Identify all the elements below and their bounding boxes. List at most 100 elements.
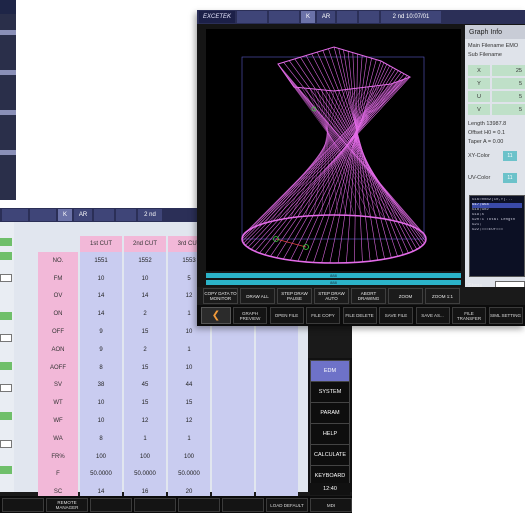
function-key[interactable] <box>178 498 220 512</box>
param-value[interactable]: 14 <box>80 305 122 324</box>
param-value[interactable]: 1 <box>168 429 210 448</box>
gutter-checkbox[interactable] <box>0 334 12 342</box>
function-key[interactable]: MDI <box>310 498 352 512</box>
param-value[interactable]: 44 <box>168 376 210 395</box>
param-value[interactable]: 1 <box>168 340 210 359</box>
wire-path-viewport[interactable] <box>206 29 461 271</box>
axis-y-label: Y <box>468 78 490 89</box>
param-value[interactable]: 12 <box>124 412 166 430</box>
param-value-empty[interactable] <box>212 376 254 395</box>
file-function-key[interactable]: GRAPH PREVIEW <box>233 307 267 324</box>
param-value[interactable]: 38 <box>80 376 122 395</box>
param-value[interactable]: 10 <box>124 269 166 288</box>
action-button[interactable]: DRAW ALL <box>240 288 275 304</box>
action-button[interactable]: ABORT DRAWING <box>351 288 386 304</box>
param-value[interactable]: 14 <box>80 287 122 306</box>
param-value-empty[interactable] <box>256 465 298 484</box>
param-value[interactable]: 1 <box>124 429 166 448</box>
param-value-empty[interactable] <box>212 412 254 430</box>
param-value[interactable]: 1551 <box>80 252 122 270</box>
param-value[interactable]: 2 <box>124 340 166 359</box>
param-value-empty[interactable] <box>256 447 298 466</box>
function-key[interactable] <box>222 498 264 512</box>
file-function-key[interactable]: FILE DELETE <box>342 307 377 324</box>
param-value[interactable]: 8 <box>80 429 122 448</box>
back-arrow-icon[interactable]: ❮ <box>201 307 231 324</box>
menu-item-calculate[interactable]: CALCULATE <box>310 444 350 466</box>
titlebar-status: 2 nd <box>138 209 162 221</box>
action-button[interactable]: STEP DRAW PAUSE <box>277 288 312 304</box>
param-value-empty[interactable] <box>212 340 254 359</box>
param-value-empty[interactable] <box>256 412 298 430</box>
param-value-empty[interactable] <box>212 394 254 413</box>
param-value[interactable]: 100 <box>80 447 122 466</box>
function-key[interactable] <box>134 498 176 512</box>
code-line[interactable]: G22;===EOF=== <box>472 228 522 233</box>
param-value-empty[interactable] <box>212 358 254 377</box>
function-key[interactable] <box>2 498 44 512</box>
param-value[interactable]: 15 <box>124 358 166 377</box>
param-value-empty[interactable] <box>212 465 254 484</box>
titlebar-key-ar[interactable]: AR <box>317 11 336 23</box>
menu-item-param[interactable]: PARAM <box>310 402 350 424</box>
file-function-key[interactable]: OPEN FILE <box>269 307 304 324</box>
param-value[interactable]: 100 <box>168 447 210 466</box>
file-function-key[interactable]: SAVE FILE <box>379 307 413 324</box>
wire-strand <box>245 78 407 246</box>
param-value[interactable]: 50.0000 <box>168 465 210 484</box>
param-value[interactable]: 100 <box>124 447 166 466</box>
param-label: AON <box>38 340 78 359</box>
param-value[interactable]: 2 <box>124 305 166 324</box>
param-value[interactable]: 15 <box>168 394 210 413</box>
param-value[interactable]: 10 <box>80 412 122 430</box>
function-key[interactable]: LOAD DEFAULT <box>266 498 308 512</box>
uv-color-swatch[interactable]: 11 <box>503 173 517 183</box>
param-value[interactable]: 1552 <box>124 252 166 270</box>
param-value-empty[interactable] <box>256 429 298 448</box>
xy-color-swatch[interactable]: 11 <box>503 151 517 161</box>
param-value[interactable]: 12 <box>168 412 210 430</box>
param-value[interactable]: 14 <box>124 287 166 306</box>
file-function-key[interactable]: FILE COPY <box>306 307 340 324</box>
param-value[interactable]: 15 <box>124 394 166 413</box>
function-key[interactable]: REMOTE MANAGER <box>46 498 88 512</box>
param-value[interactable]: 15 <box>124 323 166 341</box>
menu-item-edm[interactable]: EDM <box>310 360 350 382</box>
param-value-empty[interactable] <box>256 358 298 377</box>
gutter-indicator <box>0 252 12 260</box>
action-button[interactable]: COPY DATA TO MONITOR <box>203 288 238 304</box>
param-value[interactable]: 9 <box>80 323 122 341</box>
param-value-empty[interactable] <box>212 429 254 448</box>
param-value-empty[interactable] <box>212 447 254 466</box>
param-value-empty[interactable] <box>256 394 298 413</box>
nc-code-list[interactable]: G16=0082(10,Y)... G17;G54 G18;G02 G19;X G20:… <box>469 195 525 277</box>
param-value[interactable]: 50.0000 <box>80 465 122 484</box>
file-function-key[interactable]: SIML SETTING <box>488 307 523 324</box>
param-value[interactable]: 45 <box>124 376 166 395</box>
gutter-checkbox[interactable] <box>0 274 12 282</box>
file-function-key[interactable]: SAVE AS... <box>415 307 450 324</box>
left-window-titlebar <box>0 0 16 14</box>
menu-item-system[interactable]: SYSTEM <box>310 381 350 403</box>
param-value[interactable]: 10 <box>80 269 122 288</box>
function-key[interactable] <box>90 498 132 512</box>
titlebar-key-k[interactable]: K <box>58 209 72 221</box>
param-value[interactable]: 10 <box>168 358 210 377</box>
gutter-checkbox[interactable] <box>0 384 12 392</box>
param-value[interactable]: 9 <box>80 340 122 359</box>
titlebar-key-ar[interactable]: AR <box>74 209 92 221</box>
param-value[interactable]: 10 <box>80 394 122 413</box>
drawing-action-bar: COPY DATA TO MONITOR DRAW ALL STEP DRAW PA… <box>197 287 525 305</box>
param-value-empty[interactable] <box>256 376 298 395</box>
param-value[interactable]: 8 <box>80 358 122 377</box>
action-button[interactable]: ZOOM <box>388 288 423 304</box>
gutter-checkbox[interactable] <box>0 440 12 448</box>
action-button[interactable]: STEP DRAW AUTO <box>314 288 349 304</box>
draw-progress: 888 888 <box>206 272 461 286</box>
action-button[interactable]: ZOOM 1:1 <box>425 288 460 304</box>
menu-item-help[interactable]: HELP <box>310 423 350 445</box>
file-function-key[interactable]: FILE TRANSFER <box>452 307 486 324</box>
titlebar-key-k[interactable]: K <box>301 11 316 23</box>
param-value[interactable]: 50.0000 <box>124 465 166 484</box>
param-value-empty[interactable] <box>256 340 298 359</box>
